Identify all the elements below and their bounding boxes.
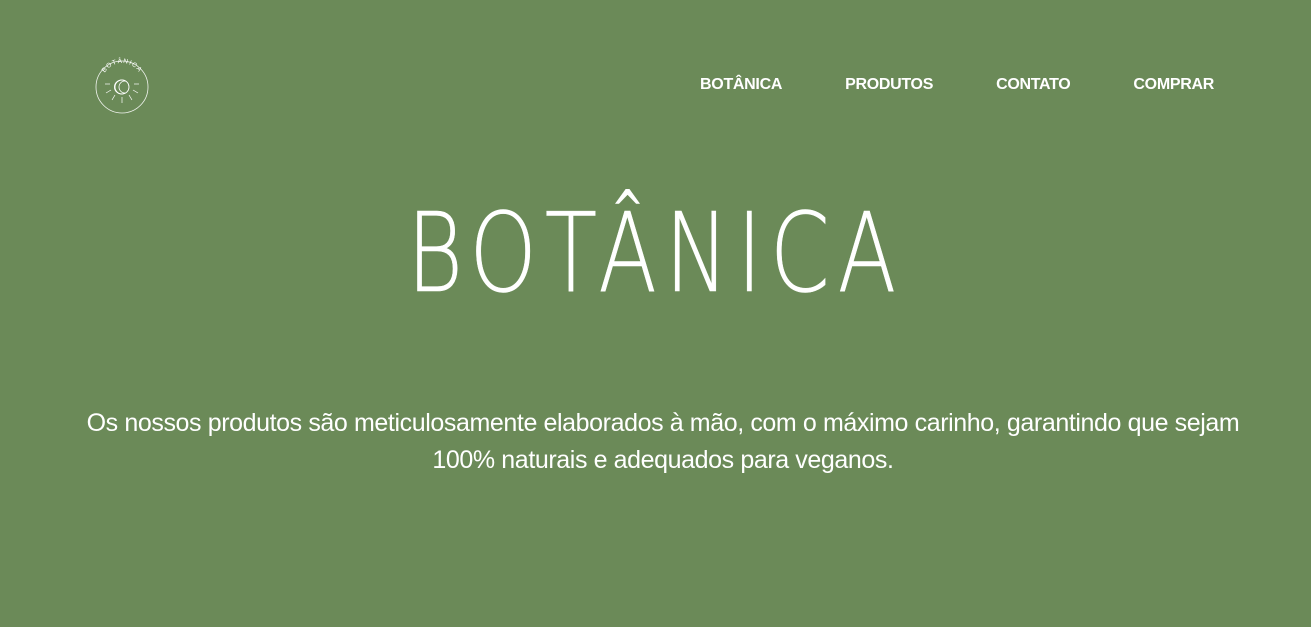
svg-text:BOTÂNICA: BOTÂNICA [101, 56, 144, 74]
logo-text: BOTÂNICA [101, 56, 143, 74]
nav-item-produtos[interactable]: PRODUTOS [845, 75, 933, 95]
main-nav: BOTÂNICA PRODUTOS CONTATO COMPRAR [700, 75, 1214, 95]
nav-item-botanica[interactable]: BOTÂNICA [700, 75, 782, 95]
hero-description: Os nossos produtos são meticulosamente e… [86, 409, 1240, 474]
hero-title: BOTÂNICA [406, 189, 905, 318]
nav-item-contato[interactable]: CONTATO [996, 75, 1071, 95]
nav-item-comprar[interactable]: COMPRAR [1133, 75, 1214, 95]
sun-moon-icon: BOTÂNICA [95, 56, 149, 114]
brand-logo[interactable]: BOTÂNICA [91, 52, 153, 114]
